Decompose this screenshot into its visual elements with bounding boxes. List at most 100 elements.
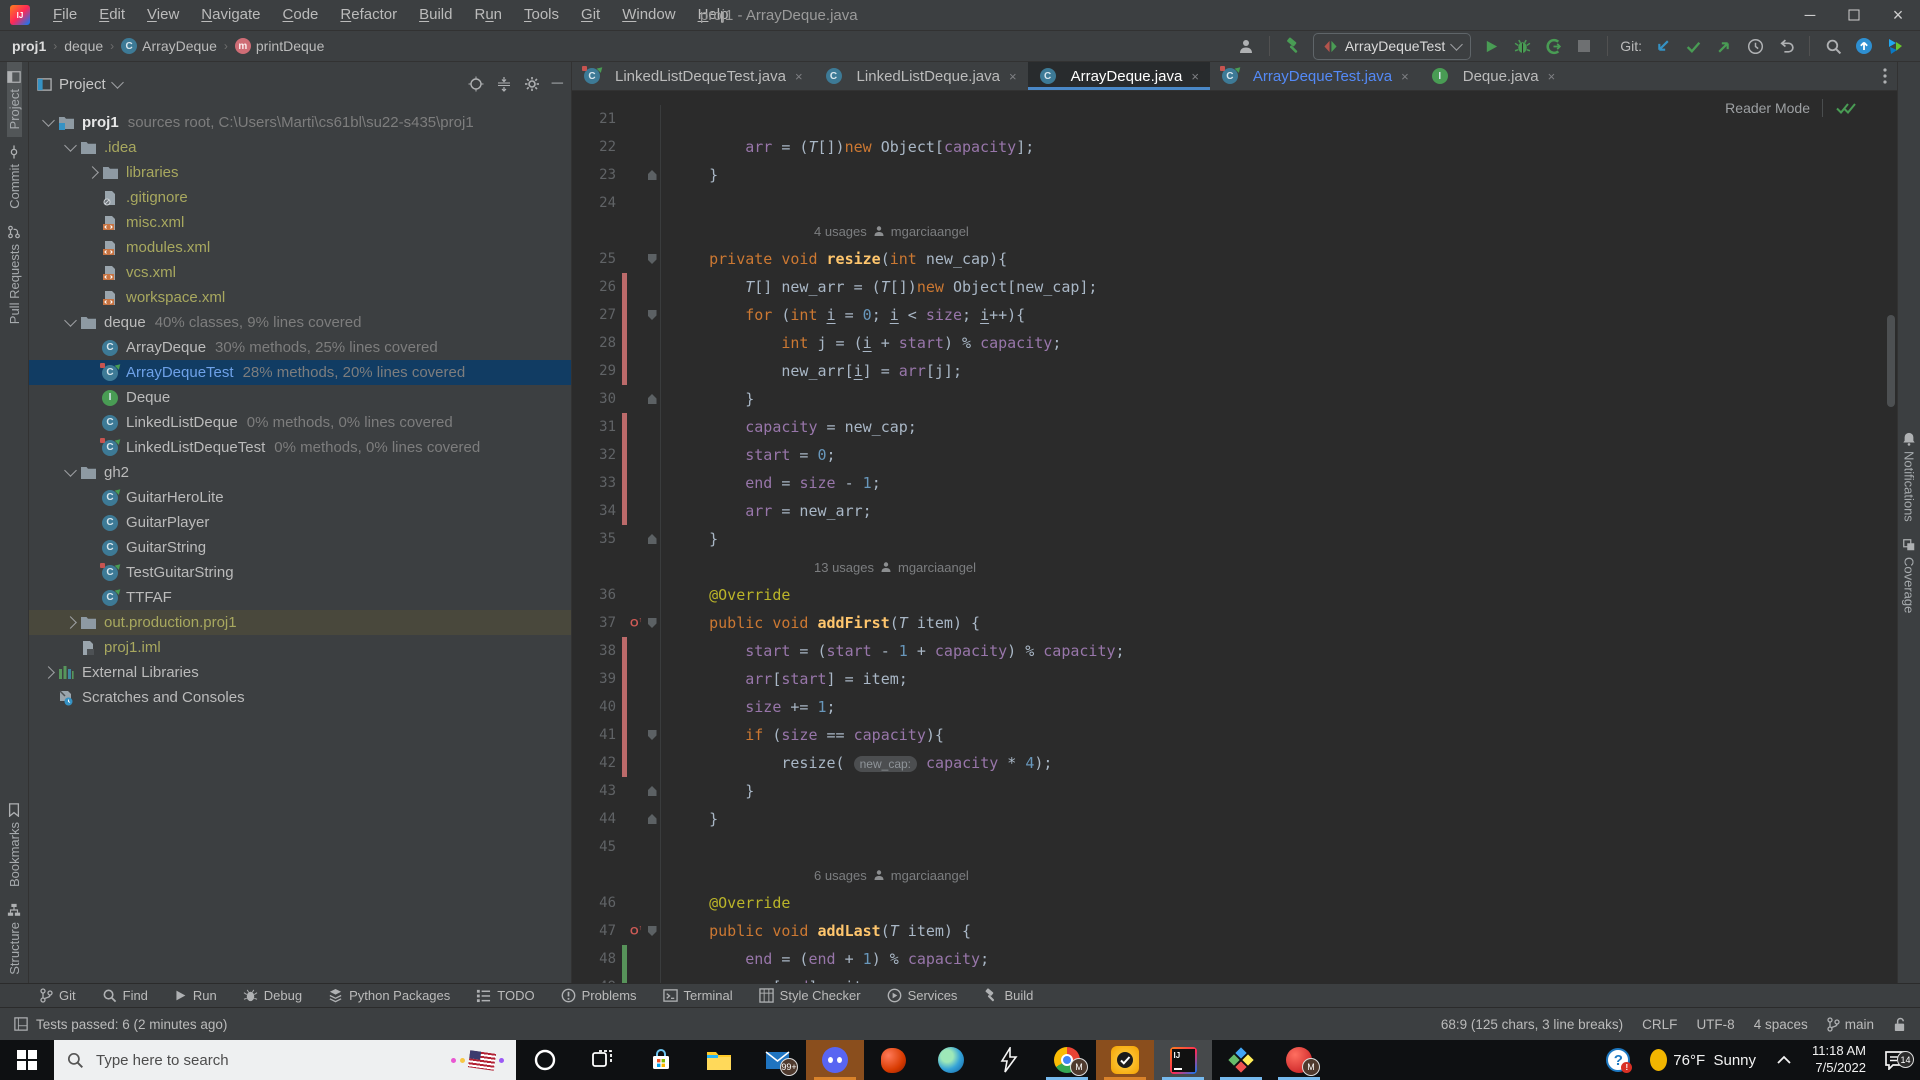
- chevron-down-icon[interactable]: [39, 114, 57, 127]
- tree-item-libraries[interactable]: libraries: [29, 160, 571, 185]
- toolwindow-problems[interactable]: Problems: [561, 988, 637, 1003]
- fold-marker[interactable]: [644, 917, 661, 945]
- stripe-item-coverage[interactable]: Coverage: [1902, 530, 1917, 621]
- taskbar-search[interactable]: [54, 1040, 516, 1080]
- code-line-23[interactable]: 23 }: [572, 161, 1897, 189]
- code-line-39[interactable]: 39 arr[start] = item;: [572, 665, 1897, 693]
- code-line-42[interactable]: 42 resize( new_cap: capacity * 4);: [572, 749, 1897, 777]
- tree-item-vcs-xml[interactable]: vcs.xml: [29, 260, 571, 285]
- taskbar-norton-icon[interactable]: [1096, 1040, 1154, 1080]
- tree-item-scratches-and-consoles[interactable]: Scratches and Consoles: [29, 685, 571, 710]
- taskbar-edge-icon[interactable]: [922, 1040, 980, 1080]
- code-line-36[interactable]: 36 @Override: [572, 581, 1897, 609]
- chevron-right-icon[interactable]: [83, 166, 101, 179]
- menu-code[interactable]: Code: [272, 0, 330, 30]
- line-number[interactable]: 35: [572, 531, 620, 547]
- project-view-select[interactable]: Project: [37, 76, 124, 93]
- maximize-button[interactable]: [1832, 0, 1876, 30]
- line-number[interactable]: 24: [572, 195, 620, 211]
- code-line-44[interactable]: 44 }: [572, 805, 1897, 833]
- line-number[interactable]: 32: [572, 447, 620, 463]
- fold-marker[interactable]: [644, 385, 661, 413]
- toolwindow-find[interactable]: Find: [102, 988, 148, 1003]
- gear-icon[interactable]: [524, 76, 540, 92]
- taskbar-file-explorer-icon[interactable]: [690, 1040, 748, 1080]
- menu-refactor[interactable]: Refactor: [329, 0, 408, 30]
- line-number[interactable]: 29: [572, 363, 620, 379]
- locate-file-button[interactable]: [468, 76, 484, 92]
- tree-item-guitarstring[interactable]: C GuitarString: [29, 535, 571, 560]
- fold-marker[interactable]: [644, 161, 661, 189]
- toolwindow-style-checker[interactable]: Style Checker: [758, 988, 861, 1003]
- close-icon[interactable]: ×: [1401, 69, 1409, 84]
- build-project-button[interactable]: [1282, 35, 1304, 57]
- chevron-right-icon[interactable]: [61, 616, 79, 629]
- tree-item-external-libraries[interactable]: External Libraries: [29, 660, 571, 685]
- code-line-43[interactable]: 43 }: [572, 777, 1897, 805]
- line-number[interactable]: 31: [572, 419, 620, 435]
- menu-run[interactable]: Run: [463, 0, 513, 30]
- reader-mode-widget[interactable]: Reader Mode: [1725, 99, 1857, 117]
- line-number[interactable]: 22: [572, 139, 620, 155]
- layout-icon[interactable]: [14, 1017, 28, 1031]
- debug-button[interactable]: [1511, 35, 1533, 57]
- plugin-icon[interactable]: [1884, 35, 1906, 57]
- chevron-down-icon[interactable]: [61, 314, 79, 327]
- minimize-button[interactable]: ─: [1788, 0, 1832, 30]
- stripe-item-commit[interactable]: Commit: [7, 137, 22, 217]
- fold-marker[interactable]: [644, 721, 661, 749]
- code-line-34[interactable]: 34 arr = new_arr;: [572, 497, 1897, 525]
- taskbar-task-view-icon[interactable]: [574, 1040, 632, 1080]
- status-4-spaces[interactable]: 4 spaces: [1754, 1017, 1808, 1032]
- tray-clock[interactable]: 11:18 AM 7/5/2022: [1802, 1043, 1876, 1077]
- stripe-item-bookmarks[interactable]: Bookmarks: [7, 795, 22, 895]
- git-update-button[interactable]: [1651, 35, 1673, 57]
- line-number[interactable]: 49: [572, 979, 620, 983]
- tree-item-gitignore[interactable]: .gitignore: [29, 185, 571, 210]
- toolwindow-build[interactable]: Build: [983, 988, 1033, 1003]
- code-line-33[interactable]: 33 end = size - 1;: [572, 469, 1897, 497]
- line-number[interactable]: 42: [572, 755, 620, 771]
- breadcrumb-item-printdeque[interactable]: m printDeque: [234, 38, 324, 54]
- line-number[interactable]: 28: [572, 335, 620, 351]
- breadcrumb-item-deque[interactable]: deque: [64, 38, 103, 54]
- tree-item-arraydeque[interactable]: C ArrayDeque 30% methods, 25% lines covere…: [29, 335, 571, 360]
- status-utf-8[interactable]: UTF-8: [1696, 1017, 1734, 1032]
- code-line-46[interactable]: 46 @Override: [572, 889, 1897, 917]
- editor-scrollbar[interactable]: [1887, 315, 1895, 407]
- code-line-35[interactable]: 35 }: [572, 525, 1897, 553]
- tree-item-ttfaf[interactable]: C TTFAF: [29, 585, 571, 610]
- toolwindow-services[interactable]: Services: [887, 988, 957, 1003]
- tree-item-misc-xml[interactable]: misc.xml: [29, 210, 571, 235]
- taskbar-mail-icon[interactable]: 99+: [748, 1040, 806, 1080]
- line-number[interactable]: 45: [572, 839, 620, 855]
- tab-arraydequetest-java[interactable]: C ArrayDequeTest.java ×: [1210, 62, 1420, 90]
- close-icon[interactable]: ×: [1191, 69, 1199, 84]
- taskbar-chrome-icon[interactable]: M: [1038, 1040, 1096, 1080]
- tree-item-gh2[interactable]: gh2: [29, 460, 571, 485]
- taskbar-media-app-icon[interactable]: M: [1270, 1040, 1328, 1080]
- code-line-28[interactable]: 28 int j = (i + start) % capacity;: [572, 329, 1897, 357]
- code-line-22[interactable]: 22 arr = (T[])new Object[capacity];: [572, 133, 1897, 161]
- line-number[interactable]: 40: [572, 699, 620, 715]
- stop-button[interactable]: [1573, 35, 1595, 57]
- code-line-31[interactable]: 31 capacity = new_cap;: [572, 413, 1897, 441]
- taskbar-intellij-icon[interactable]: IJ: [1154, 1040, 1212, 1080]
- code-line-25[interactable]: 25 private void resize(int new_cap){: [572, 245, 1897, 273]
- close-button[interactable]: ×: [1876, 0, 1920, 30]
- run-button[interactable]: [1480, 35, 1502, 57]
- code-line-37[interactable]: 37 O↑ public void addFirst(T item) {: [572, 609, 1897, 637]
- line-number[interactable]: 47: [572, 923, 620, 939]
- line-number[interactable]: 27: [572, 307, 620, 323]
- line-number[interactable]: 43: [572, 783, 620, 799]
- taskbar-lightning-app-icon[interactable]: [980, 1040, 1038, 1080]
- code-line-29[interactable]: 29 new_arr[i] = arr[j];: [572, 357, 1897, 385]
- weather-widget[interactable]: 76°F Sunny: [1640, 1040, 1766, 1080]
- fold-marker[interactable]: [644, 301, 661, 329]
- toolwindow-python-packages[interactable]: Python Packages: [328, 988, 450, 1003]
- code-line-21[interactable]: 21: [572, 105, 1897, 133]
- line-number[interactable]: 25: [572, 251, 620, 267]
- tree-item-linkedlistdeque[interactable]: C LinkedListDeque 0% methods, 0% lines cov…: [29, 410, 571, 435]
- code-line-49[interactable]: 49 arr[end] = item;: [572, 973, 1897, 983]
- taskbar-office-icon[interactable]: [864, 1040, 922, 1080]
